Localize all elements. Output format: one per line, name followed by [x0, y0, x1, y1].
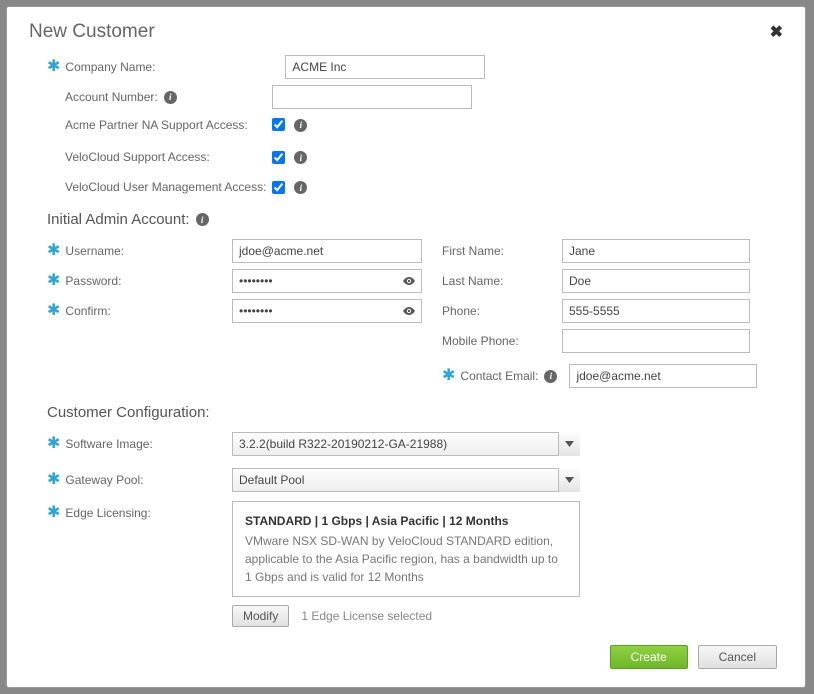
info-icon[interactable]	[294, 119, 307, 132]
account-number-label: Account Number:	[65, 90, 158, 104]
new-customer-dialog: New Customer ✖ ✱ Company Name: Account N…	[6, 6, 806, 688]
required-asterisk: ✱	[47, 59, 60, 75]
first-name-label: First Name:	[442, 244, 504, 258]
gateway-pool-label: Gateway Pool:	[65, 473, 143, 487]
phone-input[interactable]	[562, 299, 750, 323]
password-input[interactable]	[232, 269, 422, 293]
info-icon[interactable]	[544, 370, 557, 383]
password-label: Password:	[65, 274, 121, 288]
license-description: VMware NSX SD-WAN by VeloCloud STANDARD …	[245, 532, 567, 586]
contact-email-input[interactable]	[569, 364, 757, 388]
vc-usermgmt-checkbox[interactable]	[272, 181, 285, 194]
create-button[interactable]: Create	[610, 645, 688, 669]
info-icon[interactable]	[196, 213, 209, 226]
admin-section-title: Initial Admin Account:	[47, 211, 783, 228]
eye-icon[interactable]	[401, 274, 417, 288]
close-icon[interactable]: ✖	[770, 22, 783, 42]
software-image-label: Software Image:	[65, 437, 152, 451]
info-icon[interactable]	[164, 91, 177, 104]
username-label: Username:	[65, 244, 124, 258]
license-count-label: 1 Edge License selected	[301, 609, 432, 623]
edge-licensing-label: Edge Licensing:	[65, 506, 150, 520]
company-section: ✱ Company Name: Account Number: Acme Par…	[47, 53, 783, 201]
dialog-footer: Create Cancel	[29, 645, 783, 669]
info-icon[interactable]	[294, 151, 307, 164]
mobile-phone-input[interactable]	[562, 329, 750, 353]
mobile-phone-label: Mobile Phone:	[442, 334, 519, 348]
required-asterisk: ✱	[47, 243, 60, 259]
config-section: ✱ Software Image: 3.2.2(build R322-20190…	[47, 429, 783, 627]
username-input[interactable]	[232, 239, 422, 263]
required-asterisk: ✱	[442, 368, 455, 384]
confirm-input[interactable]	[232, 299, 422, 323]
admin-section: ✱ Username: First Name: ✱ Password:	[47, 236, 783, 356]
required-asterisk: ✱	[47, 303, 60, 319]
partner-support-checkbox[interactable]	[272, 118, 285, 131]
last-name-label: Last Name:	[442, 274, 503, 288]
contact-email-row: ✱ Contact Email:	[442, 364, 783, 388]
account-number-input[interactable]	[272, 85, 472, 109]
phone-label: Phone:	[442, 304, 480, 318]
last-name-input[interactable]	[562, 269, 750, 293]
partner-support-label: Acme Partner NA Support Access:	[65, 117, 248, 134]
required-asterisk: ✱	[47, 436, 60, 452]
first-name-input[interactable]	[562, 239, 750, 263]
config-section-title: Customer Configuration:	[47, 404, 783, 421]
company-name-label: Company Name:	[65, 60, 155, 74]
software-image-select[interactable]: 3.2.2(build R322-20190212-GA-21988)	[232, 432, 580, 456]
required-asterisk: ✱	[47, 273, 60, 289]
cancel-button[interactable]: Cancel	[698, 645, 777, 669]
license-title: STANDARD | 1 Gbps | Asia Pacific | 12 Mo…	[245, 512, 567, 530]
confirm-label: Confirm:	[65, 304, 110, 318]
required-asterisk: ✱	[47, 472, 60, 488]
company-name-input[interactable]	[285, 55, 485, 79]
vc-support-label: VeloCloud Support Access:	[65, 150, 210, 164]
contact-email-label: Contact Email:	[460, 369, 538, 383]
dialog-title: New Customer	[29, 21, 155, 43]
vc-support-checkbox[interactable]	[272, 151, 285, 164]
modify-button[interactable]: Modify	[232, 605, 289, 627]
dialog-header: New Customer ✖	[29, 21, 783, 53]
vc-usermgmt-label: VeloCloud User Management Access:	[65, 180, 266, 194]
gateway-pool-select[interactable]: Default Pool	[232, 468, 580, 492]
required-asterisk: ✱	[47, 505, 60, 521]
info-icon[interactable]	[294, 181, 307, 194]
license-box: STANDARD | 1 Gbps | Asia Pacific | 12 Mo…	[232, 501, 580, 597]
eye-icon[interactable]	[401, 304, 417, 318]
